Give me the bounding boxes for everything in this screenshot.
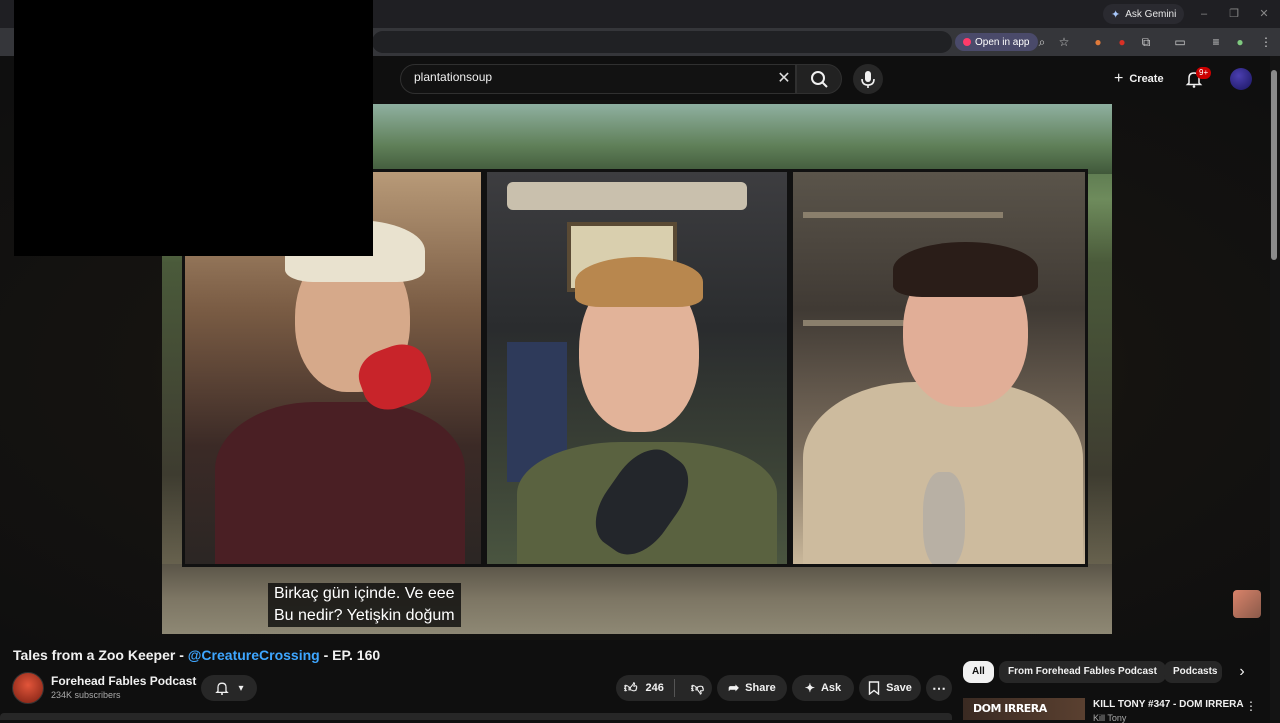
ask-gemini-button[interactable]: ✦ Ask Gemini [1103,4,1185,24]
channel-subscriber-count: 234K subscribers [51,690,121,700]
scrollbar-thumb[interactable] [1271,70,1277,260]
share-button[interactable]: ➦ Share [717,675,787,701]
microphone-icon [861,71,875,88]
profile-icon[interactable]: ● [1232,34,1248,50]
skull-shelf [507,182,747,210]
search-icon [811,71,828,88]
share-label: Share [745,682,776,694]
voice-search-button[interactable] [853,64,883,94]
bell-icon [215,682,230,696]
clear-search-icon[interactable]: ✕ [775,70,793,88]
person-sweater [215,402,465,564]
ask-button[interactable]: ✦ Ask [792,675,854,701]
more-vertical-icon[interactable]: ⋮ [1244,699,1258,713]
notification-count-badge: 9+ [1196,67,1212,79]
microphone-silver [923,472,965,564]
create-button[interactable]: + Create [1106,68,1172,90]
video-panel-center [484,169,790,567]
more-horizontal-icon: ⋯ [932,679,946,696]
chip-podcasts[interactable]: Podcasts [1164,661,1222,683]
cast-icon[interactable]: ▭ [1172,34,1188,50]
browser-menu-icon[interactable]: ⋮ [1258,34,1274,50]
video-corner-thumbnail[interactable] [1233,590,1261,618]
person-hair [893,242,1038,297]
channel-avatar[interactable] [12,672,44,704]
plus-icon: + [1114,70,1124,87]
save-button[interactable]: Save [859,675,921,701]
recommended-video-channel: Kill Tony [1093,713,1127,723]
description-box-edge[interactable] [0,713,952,720]
gemini-spark-icon: ✦ [1111,8,1121,21]
open-in-app-label: Open in app [975,36,1030,48]
subtitle-line-2: Bu nedir? Yetişkin doğum [268,605,461,627]
search-query-text: plantationsoup [414,70,493,84]
open-in-app-button[interactable]: Open in app [955,33,1038,51]
bookmark-star-icon[interactable]: ☆ [1056,34,1072,50]
extension-badge-icon[interactable]: ● [1114,34,1130,50]
chevron-down-icon: ▾ [238,682,244,694]
video-title-prefix: Tales from a Zoo Keeper - [13,647,188,663]
recommended-video-title[interactable]: KILL TONY #347 - DOM IRRERA [1093,699,1244,710]
like-count: 246 [645,682,664,694]
video-title-suffix: - EP. 160 [319,647,381,663]
video-panel-right [790,169,1088,567]
chip-all[interactable]: All [963,661,994,683]
subscription-bell-button[interactable]: ▾ [201,675,257,701]
video-title: Tales from a Zoo Keeper - @CreatureCross… [13,647,380,663]
subtitle-line-1: Birkaç gün içinde. Ve eee [268,583,461,605]
channel-name[interactable]: Forehead Fables Podcast [51,674,196,688]
chevron-right-icon[interactable]: › [1232,662,1252,682]
search-button[interactable] [796,64,842,94]
like-dislike-group: 👍︎ 246 👎︎ [616,675,712,701]
video-title-channel-link[interactable]: @CreatureCrossing [188,647,320,663]
person-hair [575,257,703,307]
minimize-icon[interactable]: – [1196,6,1212,22]
sparkle-icon: ✦ [804,681,815,695]
address-bar[interactable] [372,31,952,53]
subtitle-captions: Birkaç gün içinde. Ve eee Bu nedir? Yeti… [268,583,461,627]
close-window-icon[interactable]: ✕ [1256,6,1272,22]
like-button[interactable]: 👍︎ 246 [624,679,675,697]
recommended-video-thumbnail[interactable]: DOM IRRERA [963,698,1085,720]
blacked-out-region [14,0,373,256]
account-avatar[interactable] [1230,68,1252,90]
share-arrow-icon: ➦ [728,680,740,695]
extension-icon[interactable]: ● [1090,34,1106,50]
more-actions-button[interactable]: ⋯ [926,675,952,701]
thumbs-up-icon: 👍︎ [623,680,638,695]
extensions-puzzle-icon[interactable]: ⧉ [1138,34,1154,50]
dislike-button[interactable]: 👎︎ [681,680,704,696]
zoom-icon[interactable]: ⌕ [1034,34,1050,50]
shelf [803,212,1003,218]
youtube-app-icon [963,38,971,46]
chip-from-channel[interactable]: From Forehead Fables Podcast [999,661,1166,683]
bookmark-icon [868,681,880,695]
thumbs-down-icon: 👎︎ [690,680,705,695]
ask-gemini-label: Ask Gemini [1125,8,1177,20]
create-label: Create [1129,73,1164,85]
restore-icon[interactable]: ❐ [1226,6,1242,22]
ask-label: Ask [820,682,842,694]
save-label: Save [886,682,912,694]
reading-list-icon[interactable]: ≡ [1208,34,1224,50]
